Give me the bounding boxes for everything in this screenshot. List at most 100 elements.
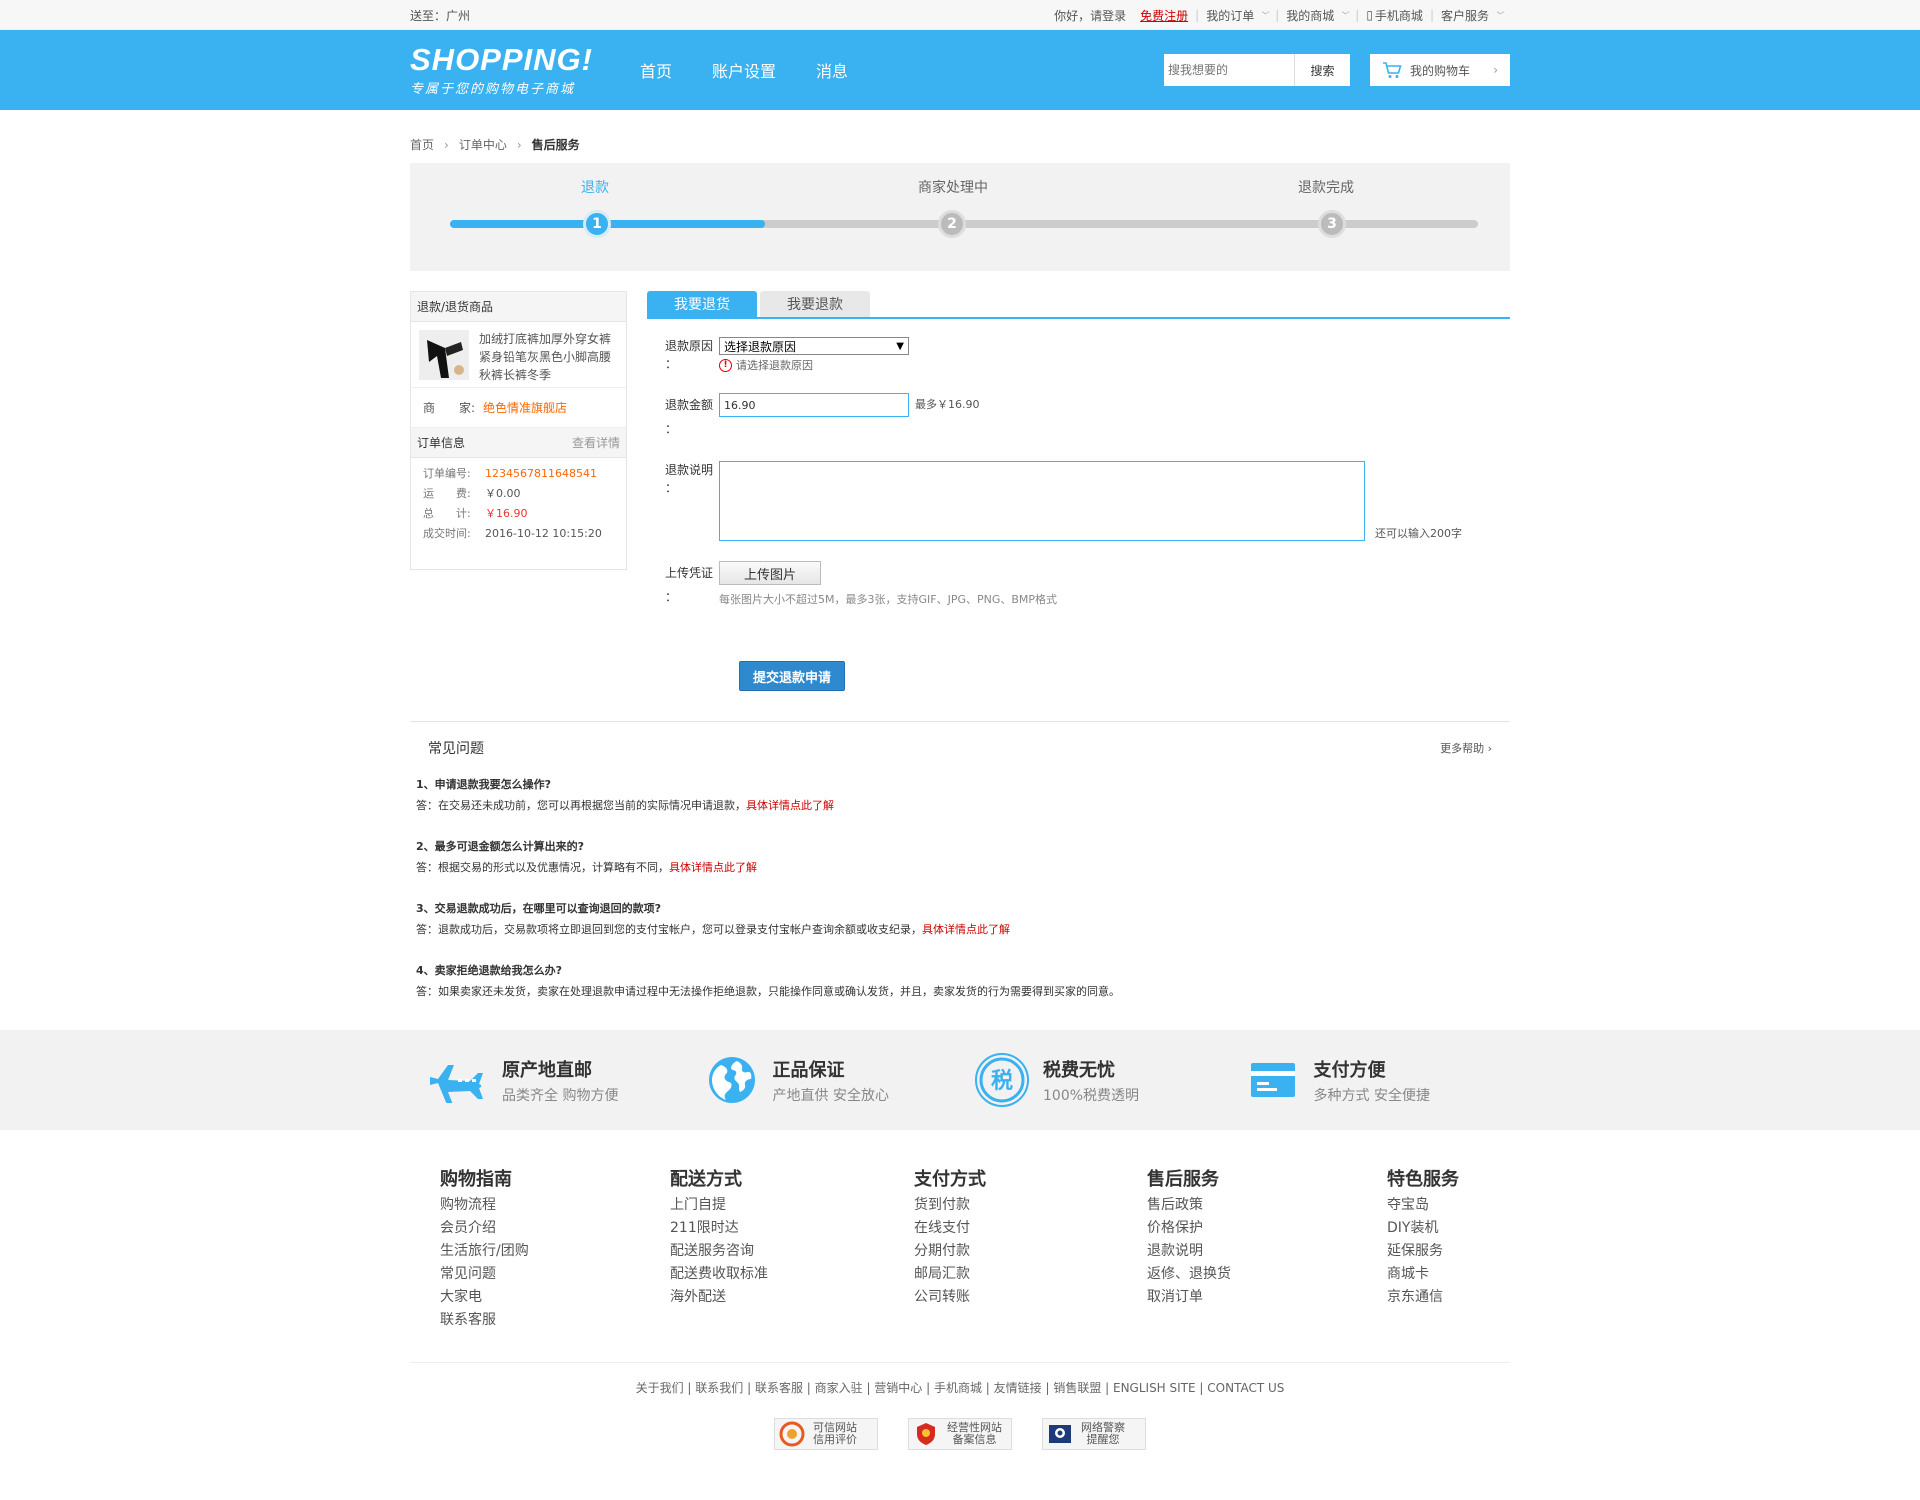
feature-title: 正品保证 — [772, 1059, 845, 1081]
seller-name-link[interactable]: 绝色情准旗舰店 — [483, 399, 567, 416]
faq-item: 3、交易退款成功后，在哪里可以查询退回的款项? 答：退款成功后，交易款项将立即退… — [410, 898, 1510, 940]
order-info-header: 订单信息 查看详情 — [411, 428, 626, 458]
description-textarea[interactable] — [719, 461, 1365, 541]
footer-col-title: 支付方式 — [914, 1169, 986, 1190]
footer-link[interactable]: 上门自提 — [670, 1194, 914, 1217]
step-dot-1: 1 — [583, 210, 611, 238]
breadcrumb-home[interactable]: 首页 — [410, 136, 434, 153]
nav-account-settings[interactable]: 账户设置 — [712, 58, 776, 82]
footer-link[interactable]: 京东通信 — [1387, 1286, 1459, 1309]
upload-image-button[interactable]: 上传图片 — [719, 561, 821, 585]
footer-link[interactable]: 公司转账 — [914, 1286, 1147, 1309]
order-sidebar: 退款/退货商品 加绒打底裤加厚外穿女裤紧身铅笔灰黑色小脚高腰秋裤长裤冬季 商 家… — [410, 291, 627, 570]
footer-link[interactable]: 分期付款 — [914, 1240, 1147, 1263]
more-help-link[interactable]: 更多帮助 › — [1440, 740, 1492, 756]
footer-link[interactable]: 联系客服 — [440, 1309, 670, 1332]
product-thumbnail[interactable] — [419, 330, 469, 380]
footer-link[interactable]: 211限时达 — [670, 1217, 914, 1240]
tab-return-goods[interactable]: 我要退货 — [647, 291, 757, 317]
seller-row: 商 家: 绝色情准旗舰店 — [411, 388, 626, 428]
my-orders-menu[interactable]: 我的订单 ﹀ — [1199, 7, 1275, 24]
footer-link[interactable]: 货到付款 — [914, 1194, 1147, 1217]
footer-link[interactable]: 在线支付 — [914, 1217, 1147, 1240]
search-input[interactable] — [1164, 54, 1294, 86]
breadcrumb-order-center[interactable]: 订单中心 — [459, 136, 507, 153]
faq-detail-link[interactable]: 具体详情点此了解 — [669, 861, 757, 874]
feature-subtitle: 100%税费透明 — [1043, 1087, 1140, 1104]
chevron-right-icon: › — [1493, 63, 1498, 77]
faq-header: 常见问题 更多帮助 › — [410, 722, 1510, 774]
faq-title: 常见问题 — [428, 741, 484, 757]
deal-time-label: 成交时间: — [423, 527, 471, 540]
footer-link[interactable]: 取消订单 — [1147, 1286, 1387, 1309]
customer-service-menu[interactable]: 客户服务 ﹀ — [1434, 7, 1510, 24]
mobile-mall-label: 手机商城 — [1374, 8, 1423, 23]
submit-refund-button[interactable]: 提交退款申请 — [739, 661, 845, 691]
logo[interactable]: SHOPPING! 专属于您的购物电子商城 — [410, 41, 610, 97]
footer-link[interactable]: 返修、退换货 — [1147, 1263, 1387, 1286]
badge-cyber-police[interactable]: 网络警察 提醒您 — [1042, 1418, 1146, 1450]
view-details-link[interactable]: 查看详情 — [572, 434, 620, 451]
product-image-icon — [419, 330, 469, 380]
feature-subtitle: 产地直供 安全放心 — [772, 1087, 889, 1104]
faq-answer: 答：退款成功后，交易款项将立即退回到您的支付宝帐户，您可以登录支付宝帐户查询余额… — [416, 919, 1504, 940]
footer-link[interactable]: 邮局汇款 — [914, 1263, 1147, 1286]
tab-refund-only[interactable]: 我要退款 — [760, 291, 870, 317]
nav-messages[interactable]: 消息 — [816, 58, 848, 82]
order-info-title: 订单信息 — [417, 436, 466, 450]
faq-answer: 答：如果卖家还未发货，卖家在处理退款申请过程中无法操作拒绝退款，只能操作同意或确… — [416, 981, 1504, 1002]
order-no-link[interactable]: 1234567811648541 — [485, 467, 597, 480]
faq-question: 2、最多可退金额怎么计算出来的? — [416, 840, 585, 853]
footer-col-title: 售后服务 — [1147, 1169, 1219, 1190]
footer-link[interactable]: 商城卡 — [1387, 1263, 1459, 1286]
my-mall-menu[interactable]: 我的商城 ﹀ — [1279, 7, 1355, 24]
footer-link[interactable]: 夺宝岛 — [1387, 1194, 1459, 1217]
footer-col-after-sales: 售后服务 售后政策 价格保护 退款说明 返修、退换货 取消订单 — [1147, 1168, 1387, 1362]
footer-link[interactable]: DIY装机 — [1387, 1217, 1459, 1240]
ship-to-location[interactable]: 送至：广州 — [410, 7, 470, 24]
footer-link[interactable]: 配送费收取标准 — [670, 1263, 914, 1286]
footer-link[interactable]: 大家电 — [440, 1286, 670, 1309]
refund-form: 我要退货 我要退款 退款原因 ： 选择退款原因 ▼ ! 请选择退款原因 退款金额… — [647, 291, 1510, 691]
mobile-mall-link[interactable]: ▯ 手机商城 — [1359, 7, 1430, 24]
cart-button[interactable]: 我的购物车 › — [1370, 54, 1510, 86]
faq-detail-link[interactable]: 具体详情点此了解 — [746, 799, 834, 812]
upload-row: 上传凭证 ： 上传图片 每张图片大小不超过5M，最多3张，支持GIF、JPG、P… — [647, 561, 1510, 609]
amount-input[interactable]: 16.90 — [719, 393, 909, 417]
faq-detail-link[interactable]: 具体详情点此了解 — [922, 923, 1010, 936]
footer-link[interactable]: 价格保护 — [1147, 1217, 1387, 1240]
badge-business-record[interactable]: 经营性网站 备案信息 — [908, 1418, 1012, 1450]
char-remaining: 还可以输入200字 — [1375, 527, 1462, 540]
product-title[interactable]: 加绒打底裤加厚外穿女裤紧身铅笔灰黑色小脚高腰秋裤长裤冬季 — [479, 330, 618, 382]
bottom-links[interactable]: 关于我们 | 联系我们 | 联系客服 | 商家入驻 | 营销中心 | 手机商城 … — [410, 1379, 1510, 1396]
footer-link[interactable]: 退款说明 — [1147, 1240, 1387, 1263]
footer-link[interactable]: 购物流程 — [440, 1194, 670, 1217]
card-icon — [1240, 1052, 1306, 1108]
logo-text: SHOPPING! — [410, 41, 593, 77]
footer-link[interactable]: 延保服务 — [1387, 1240, 1459, 1263]
badge-trusted-site[interactable]: 可信网站 信用评价 — [774, 1418, 878, 1450]
greeting-login[interactable]: 你好，请登录 — [1047, 7, 1133, 24]
footer-link[interactable]: 售后政策 — [1147, 1194, 1387, 1217]
nav-home[interactable]: 首页 — [640, 58, 672, 82]
reason-select[interactable]: 选择退款原因 ▼ — [719, 337, 909, 355]
footer-col-title: 购物指南 — [440, 1169, 512, 1190]
footer-link[interactable]: 配送服务咨询 — [670, 1240, 914, 1263]
footer-link[interactable]: 生活旅行/团购 — [440, 1240, 670, 1263]
search-button[interactable]: 搜索 — [1294, 54, 1350, 86]
my-mall-label: 我的商城 — [1286, 8, 1335, 23]
product-item[interactable]: 加绒打底裤加厚外穿女裤紧身铅笔灰黑色小脚高腰秋裤长裤冬季 — [411, 322, 626, 388]
error-icon: ! — [719, 358, 732, 372]
feature-title: 原产地直邮 — [502, 1059, 592, 1081]
footer-bottom: 关于我们 | 联系我们 | 联系客服 | 商家入驻 | 营销中心 | 手机商城 … — [410, 1362, 1510, 1450]
main-content: 退款/退货商品 加绒打底裤加厚外穿女裤紧身铅笔灰黑色小脚高腰秋裤长裤冬季 商 家… — [410, 291, 1510, 691]
footer-link[interactable]: 会员介绍 — [440, 1217, 670, 1240]
footer-link[interactable]: 常见问题 — [440, 1263, 670, 1286]
faq-item: 1、申请退款我要怎么操作? 答：在交易还未成功前，您可以再根据您当前的实际情况申… — [410, 774, 1510, 816]
footer-link[interactable]: 海外配送 — [670, 1286, 914, 1309]
reason-select-value: 选择退款原因 — [724, 339, 797, 354]
step-label-merchant-processing: 商家处理中 — [918, 180, 988, 196]
register-link[interactable]: 免费注册 — [1133, 7, 1195, 24]
badge-line2: 提醒您 — [1086, 1433, 1120, 1446]
deal-time-value: 2016-10-12 10:15:20 — [485, 527, 602, 540]
